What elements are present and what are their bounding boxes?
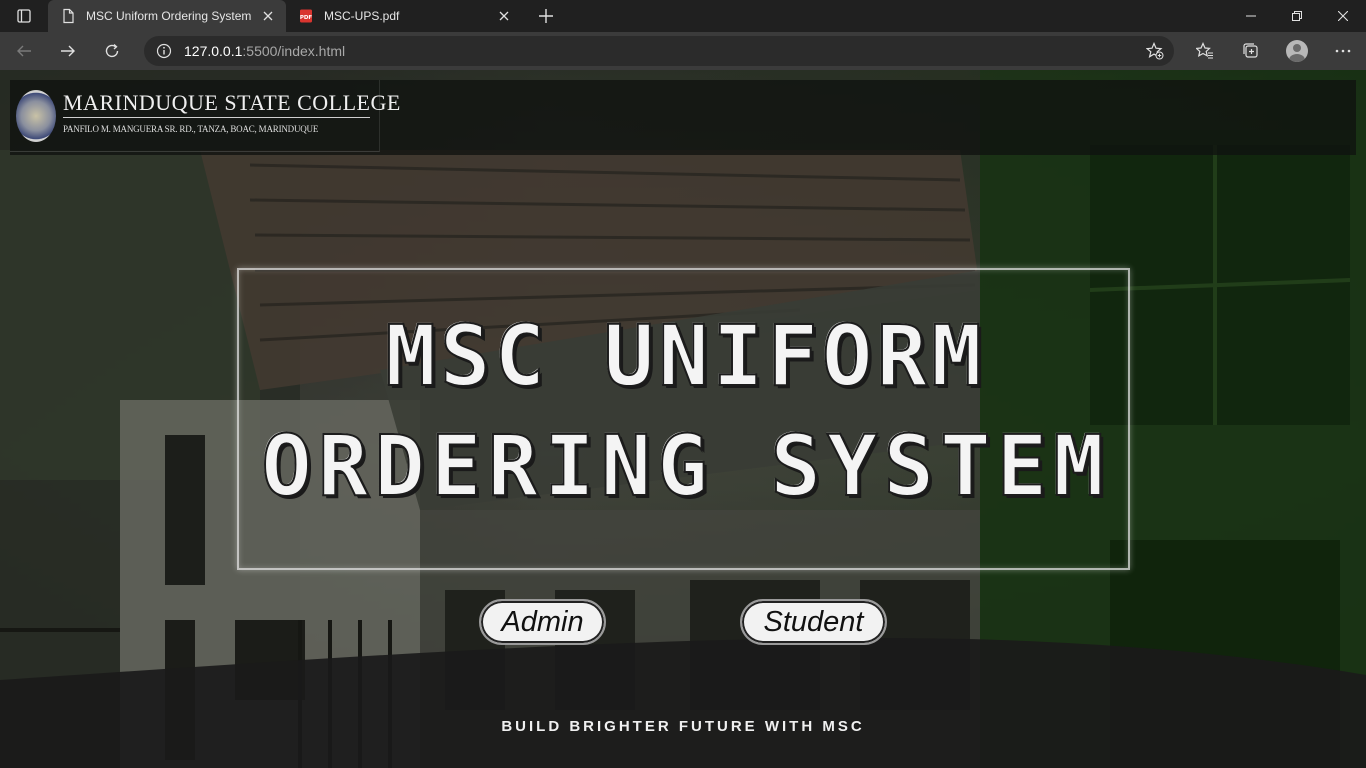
refresh-button[interactable] <box>92 35 132 67</box>
avatar <box>1286 40 1308 62</box>
collections-icon <box>1243 43 1258 58</box>
plus-icon <box>539 9 553 23</box>
tab-title: MSC-UPS.pdf <box>324 9 400 23</box>
college-address: PANFILO M. MANGUERA SR. RD., TANZA, BOAC… <box>63 124 319 134</box>
info-icon[interactable] <box>156 43 172 59</box>
college-logo[interactable]: MARINDUQUE STATE COLLEGE PANFILO M. MANG… <box>10 80 400 152</box>
restore-button[interactable] <box>1274 0 1320 32</box>
tab-actions-icon <box>17 9 31 23</box>
hero-title-line-2: ORDERING SYSTEM <box>260 417 1110 515</box>
page-viewport: MARINDUQUE STATE COLLEGE PANFILO M. MANG… <box>0 70 1366 768</box>
hero-title-line-1: MSC UNIFORM <box>384 307 986 405</box>
footer-tagline: BUILD BRIGHTER FUTURE WITH MSC <box>501 718 865 735</box>
tab-actions-button[interactable] <box>0 0 48 32</box>
svg-text:PDF: PDF <box>300 15 313 21</box>
site-header: MARINDUQUE STATE COLLEGE PANFILO M. MANG… <box>10 80 1356 155</box>
hero-title-box: MSC UNIFORM ORDERING SYSTEM <box>237 268 1130 570</box>
college-seal-icon <box>16 90 56 142</box>
student-button[interactable]: Student <box>740 599 887 645</box>
page-icon <box>63 8 74 24</box>
collections-button[interactable] <box>1228 35 1274 67</box>
browser-tab-bar: MSC Uniform Ordering System PDF MSC-UPS.… <box>0 0 1366 32</box>
tab-msc-uniform[interactable]: MSC Uniform Ordering System <box>48 0 286 32</box>
arrow-right-icon <box>61 45 75 57</box>
pdf-file-icon: PDF <box>300 9 313 23</box>
close-icon <box>1338 11 1348 21</box>
more-horizontal-icon <box>1335 49 1351 53</box>
close-tab-icon[interactable] <box>260 8 276 24</box>
tab-title: MSC Uniform Ordering System <box>86 9 252 23</box>
minimize-icon <box>1246 15 1256 17</box>
address-bar[interactable]: 127.0.0.1:5500/index.html <box>144 36 1174 66</box>
toolbar-actions <box>1182 32 1366 70</box>
url-host: 127.0.0.1 <box>184 43 243 59</box>
browser-toolbar: 127.0.0.1:5500/index.html <box>0 32 1366 70</box>
minimize-button[interactable] <box>1228 0 1274 32</box>
college-name: MARINDUQUE STATE COLLEGE <box>63 90 401 115</box>
restore-icon <box>1292 11 1302 21</box>
profile-button[interactable] <box>1274 35 1320 67</box>
more-menu-button[interactable] <box>1320 35 1366 67</box>
divider <box>63 117 370 118</box>
admin-button[interactable]: Admin <box>479 599 606 645</box>
refresh-icon <box>105 43 119 58</box>
url-path: :5500/index.html <box>242 43 346 59</box>
favorites-icon <box>1196 42 1213 59</box>
add-favorite-icon[interactable] <box>1146 42 1164 60</box>
arrow-left-icon <box>17 45 31 57</box>
close-tab-icon[interactable] <box>496 8 512 24</box>
favorites-button[interactable] <box>1182 35 1228 67</box>
close-window-button[interactable] <box>1320 0 1366 32</box>
tab-msc-ups-pdf[interactable]: PDF MSC-UPS.pdf <box>286 0 522 32</box>
back-button[interactable] <box>4 35 44 67</box>
forward-button[interactable] <box>48 35 88 67</box>
new-tab-button[interactable] <box>530 0 562 32</box>
window-controls <box>1228 0 1366 32</box>
